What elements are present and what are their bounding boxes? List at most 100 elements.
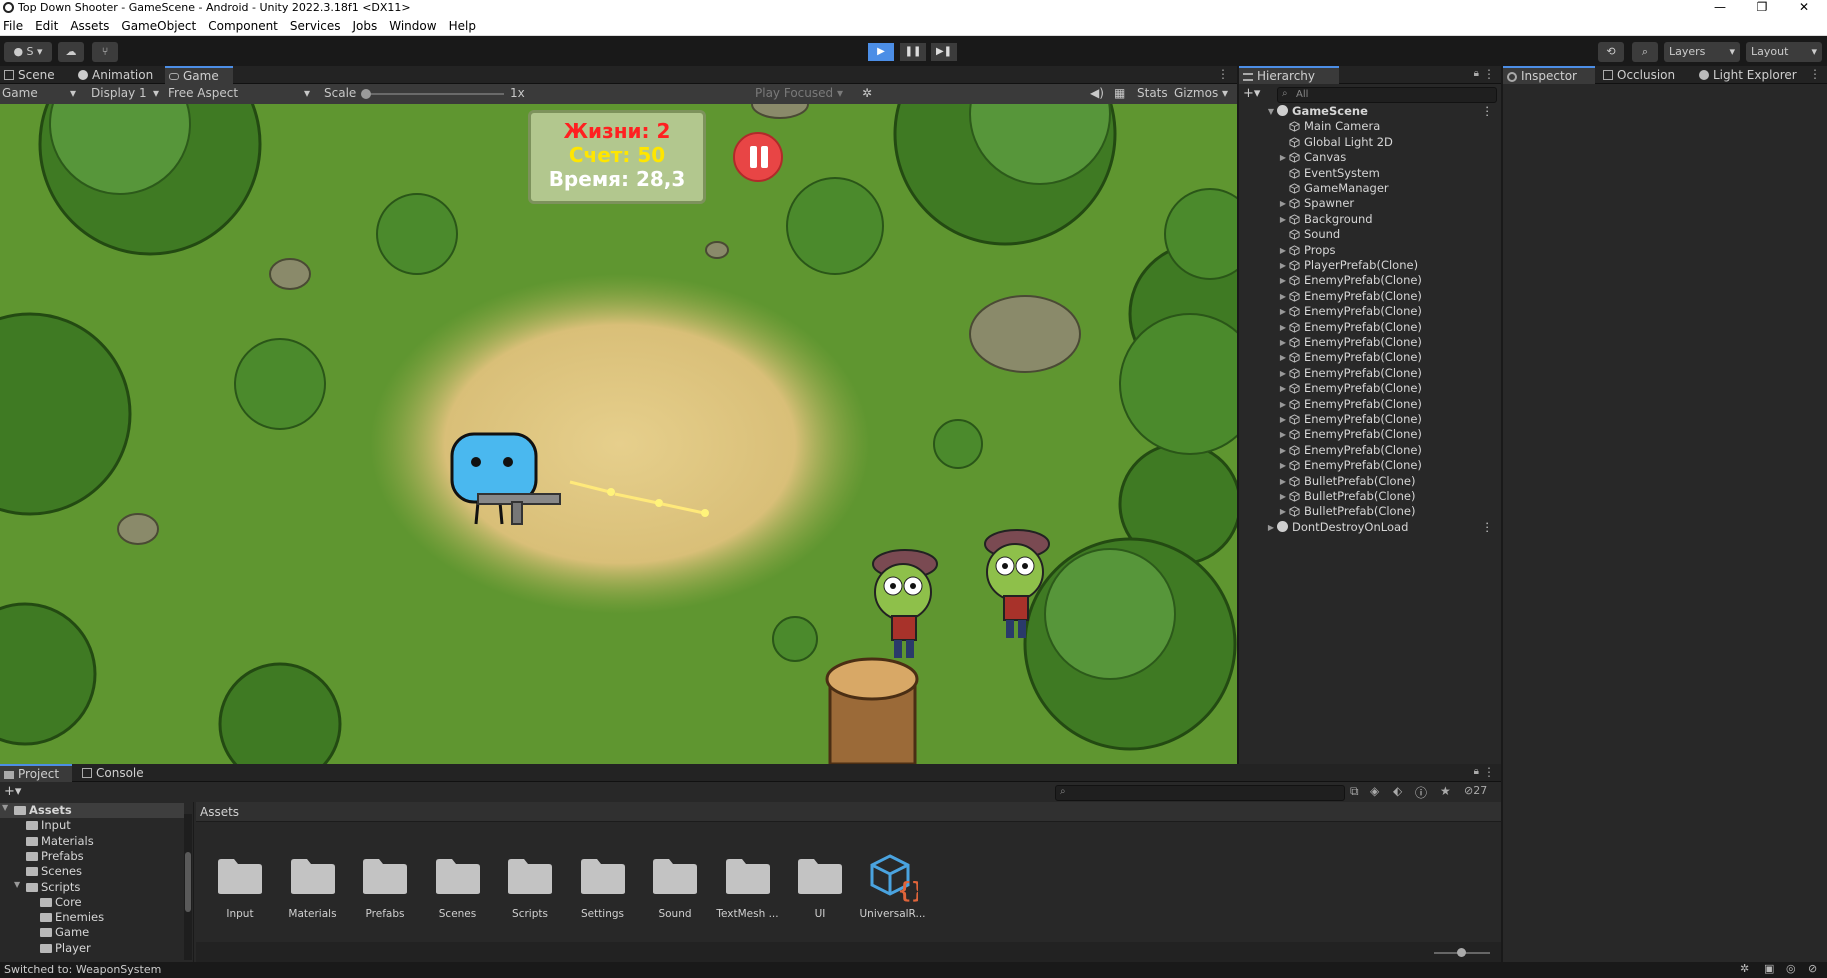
menu-file[interactable]: File xyxy=(3,16,23,33)
progress-icon[interactable]: ▣ xyxy=(1764,962,1774,975)
hierarchy-item[interactable]: Sound xyxy=(1239,227,1501,242)
lock-icon[interactable]: 🔒︎ xyxy=(1474,68,1479,79)
tab-inspector[interactable]: Inspector xyxy=(1503,66,1595,84)
project-tree-item[interactable]: Scenes xyxy=(0,864,184,879)
expand-arrow-icon[interactable]: ▶ xyxy=(1279,427,1287,442)
hierarchy-search-input[interactable]: ⌕ All xyxy=(1277,87,1497,103)
hierarchy-item[interactable]: ▶ EnemyPrefab(Clone) xyxy=(1239,397,1501,412)
lock-icon[interactable]: 🔒︎ xyxy=(1474,766,1479,777)
expand-arrow-icon[interactable]: ▶ xyxy=(1279,196,1287,211)
hierarchy-scene-row[interactable]: ▼ GameScene ⋮ xyxy=(1239,104,1501,119)
project-tree-item[interactable]: ▼ Assets xyxy=(0,803,184,818)
menu-gameobject[interactable]: GameObject xyxy=(121,16,196,33)
expand-arrow-icon[interactable]: ▶ xyxy=(1279,489,1287,504)
menu-edit[interactable]: Edit xyxy=(35,16,58,33)
hierarchy-item[interactable]: GameManager xyxy=(1239,181,1501,196)
menu-jobs[interactable]: Jobs xyxy=(353,16,378,33)
expand-arrow-icon[interactable]: ▼ xyxy=(2,803,8,812)
account-button[interactable]: ● S ▾ xyxy=(4,42,52,62)
aspect-dropdown[interactable]: Free Aspect ▾ xyxy=(168,86,316,100)
label-tag-icon[interactable]: ⬖ xyxy=(1393,784,1402,798)
tab-animation[interactable]: Animation xyxy=(74,66,156,84)
tab-occlusion[interactable]: Occlusion xyxy=(1599,66,1691,84)
add-object-button[interactable]: +▾ xyxy=(1243,86,1260,101)
more-options-icon[interactable]: ⋮ xyxy=(1482,104,1494,119)
tab-light-explorer[interactable]: Light Explorer xyxy=(1695,66,1807,84)
hierarchy-item[interactable]: ▶ EnemyPrefab(Clone) xyxy=(1239,350,1501,365)
hierarchy-item[interactable]: ▶ EnemyPrefab(Clone) xyxy=(1239,289,1501,304)
expand-arrow-icon[interactable]: ▶ xyxy=(1279,350,1287,365)
hierarchy-item[interactable]: ▶ EnemyPrefab(Clone) xyxy=(1239,366,1501,381)
project-tree-item[interactable]: Input xyxy=(0,818,184,833)
hierarchy-item[interactable]: ▶ EnemyPrefab(Clone) xyxy=(1239,304,1501,319)
hierarchy-item[interactable]: ▶ Spawner xyxy=(1239,196,1501,211)
maximize-button[interactable]: ❐ xyxy=(1742,0,1782,14)
hierarchy-item[interactable]: ▶ EnemyPrefab(Clone) xyxy=(1239,320,1501,335)
menu-help[interactable]: Help xyxy=(449,16,476,33)
create-asset-button[interactable]: +▾ xyxy=(4,784,21,799)
project-tree-item[interactable]: ▼ Scripts xyxy=(0,880,184,895)
expand-arrow-icon[interactable]: ▶ xyxy=(1279,150,1287,165)
menu-window[interactable]: Window xyxy=(389,16,436,33)
layout-dropdown[interactable]: Layout ▾ xyxy=(1746,42,1822,62)
expand-arrow-icon[interactable]: ▶ xyxy=(1279,212,1287,227)
project-tree-item[interactable]: Enemies xyxy=(0,910,184,925)
expand-arrow-icon[interactable]: ▶ xyxy=(1267,520,1275,535)
breadcrumb-assets[interactable]: Assets xyxy=(200,805,239,819)
expand-arrow-icon[interactable]: ▼ xyxy=(14,880,20,889)
project-tree-item[interactable]: Prefabs xyxy=(0,849,184,864)
expand-arrow-icon[interactable]: ▶ xyxy=(1279,243,1287,258)
search-scope-icon[interactable]: ⧉ xyxy=(1350,784,1359,799)
game-mode-dropdown[interactable]: Game ▾ xyxy=(2,86,80,100)
expand-arrow-icon[interactable]: ▶ xyxy=(1279,320,1287,335)
project-tree-item[interactable]: Materials xyxy=(0,834,184,849)
hierarchy-item[interactable]: Global Light 2D xyxy=(1239,135,1501,150)
layers-dropdown[interactable]: Layers ▾ xyxy=(1664,42,1740,62)
hierarchy-item[interactable]: EventSystem xyxy=(1239,166,1501,181)
project-tree-item[interactable]: Game xyxy=(0,925,184,940)
gizmos-button[interactable]: Gizmos ▾ xyxy=(1174,86,1228,100)
menu-component[interactable]: Component xyxy=(208,16,278,33)
info-icon[interactable]: ⓘ xyxy=(1415,784,1427,801)
pause-game-button[interactable] xyxy=(733,132,783,182)
cloud-button[interactable]: ☁ xyxy=(58,42,84,62)
expand-arrow-icon[interactable]: ▶ xyxy=(1279,412,1287,427)
more-options-icon[interactable]: ⋮ xyxy=(1809,67,1821,81)
play-button[interactable]: ▶ xyxy=(868,43,894,61)
stats-button[interactable]: Stats xyxy=(1137,86,1168,100)
menu-services[interactable]: Services xyxy=(290,16,341,33)
minimize-button[interactable]: — xyxy=(1700,0,1740,14)
network-icon[interactable]: ⊘ xyxy=(1808,962,1817,975)
display-dropdown[interactable]: Display 1 ▾ xyxy=(91,86,163,100)
hierarchy-item[interactable]: ▶ EnemyPrefab(Clone) xyxy=(1239,273,1501,288)
expand-arrow-icon[interactable]: ▶ xyxy=(1279,381,1287,396)
hierarchy-item[interactable]: ▶ EnemyPrefab(Clone) xyxy=(1239,381,1501,396)
tab-game[interactable]: Game xyxy=(165,66,233,84)
hierarchy-item[interactable]: ▶ Background xyxy=(1239,212,1501,227)
project-tree-item[interactable]: Core xyxy=(0,895,184,910)
debug-icon[interactable]: ✲ xyxy=(1740,962,1749,975)
pause-button[interactable]: ❚❚ xyxy=(900,43,926,61)
filter-type-icon[interactable]: ◈ xyxy=(1370,784,1379,798)
more-options-icon[interactable]: ⋮ xyxy=(1482,520,1494,535)
expand-arrow-icon[interactable]: ▶ xyxy=(1279,397,1287,412)
expand-arrow-icon[interactable]: ▶ xyxy=(1279,458,1287,473)
tab-console[interactable]: Console xyxy=(78,764,150,782)
play-focused-dropdown[interactable]: Play Focused ▾ xyxy=(755,86,843,100)
hierarchy-item[interactable]: ▶ EnemyPrefab(Clone) xyxy=(1239,335,1501,350)
bug-icon[interactable]: ✲ xyxy=(862,86,872,100)
hierarchy-item[interactable]: ▶ BulletPrefab(Clone) xyxy=(1239,474,1501,489)
mute-audio-icon[interactable]: ◀) xyxy=(1090,86,1104,100)
keyboard-icon[interactable]: ▦ xyxy=(1114,86,1125,100)
more-options-icon[interactable]: ⋮ xyxy=(1217,67,1229,81)
version-control-button[interactable]: ⑂ xyxy=(92,42,118,62)
expand-arrow-icon[interactable]: ▶ xyxy=(1279,504,1287,519)
hierarchy-item[interactable]: ▶ EnemyPrefab(Clone) xyxy=(1239,412,1501,427)
more-options-icon[interactable]: ⋮ xyxy=(1483,67,1495,81)
expand-arrow-icon[interactable]: ▶ xyxy=(1279,273,1287,288)
star-icon[interactable]: ★ xyxy=(1440,784,1451,798)
hierarchy-dontdestroy-row[interactable]: ▶ DontDestroyOnLoad ⋮ xyxy=(1239,520,1501,535)
icon-size-slider-handle[interactable] xyxy=(1457,948,1466,957)
expand-arrow-icon[interactable]: ▶ xyxy=(1279,335,1287,350)
search-button[interactable]: ⌕ xyxy=(1632,42,1658,62)
